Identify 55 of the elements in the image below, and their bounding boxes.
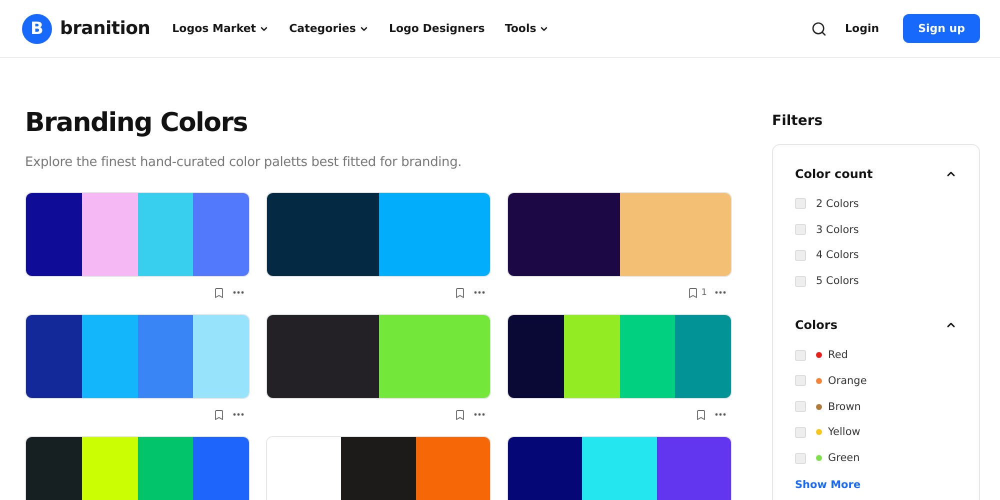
filter-option-label[interactable]: 4 Colors (816, 249, 859, 262)
filter-option-label[interactable]: 3 Colors (816, 224, 859, 236)
filter-option-label[interactable]: Orange (828, 374, 867, 387)
checkbox[interactable] (795, 198, 806, 210)
checkbox[interactable] (795, 350, 806, 361)
bookmark-icon[interactable] (454, 286, 466, 298)
page-title: Branding Colors (25, 108, 248, 138)
checkbox[interactable] (795, 250, 806, 261)
checkbox[interactable] (795, 452, 806, 464)
checkbox[interactable] (795, 375, 806, 386)
logo-mark[interactable]: B (22, 14, 52, 44)
filter-option-label[interactable]: 2 Colors (816, 198, 859, 210)
filter-option-label[interactable]: Red (828, 349, 848, 362)
save-count: 1 (701, 288, 707, 298)
filter-section-title: Color count (795, 167, 873, 181)
more-icon[interactable] (474, 291, 485, 294)
filter-option-label[interactable]: Green (828, 452, 860, 464)
checkbox[interactable] (795, 426, 806, 438)
palette-card[interactable] (507, 314, 732, 399)
bookmark-icon[interactable] (454, 408, 466, 420)
filter-option-label[interactable]: Yellow (828, 426, 860, 438)
palette-card[interactable] (266, 192, 491, 277)
bookmark-icon[interactable] (695, 408, 707, 420)
palette-card[interactable] (25, 436, 250, 500)
palette-card[interactable] (266, 314, 491, 399)
bookmark-icon[interactable] (687, 286, 700, 298)
more-icon[interactable] (233, 413, 244, 416)
palette-card[interactable] (25, 314, 250, 399)
show-more-link[interactable]: Show More (795, 479, 861, 492)
checkbox[interactable] (795, 224, 806, 236)
logo-name[interactable]: branition (60, 18, 150, 39)
signup-button[interactable]: Sign up (903, 14, 980, 43)
palette-card[interactable] (25, 192, 250, 277)
checkbox[interactable] (795, 276, 806, 287)
more-icon[interactable] (233, 291, 244, 294)
bookmark-icon[interactable] (213, 286, 225, 298)
filter-option-label[interactable]: Brown (828, 400, 861, 413)
palette-card[interactable] (507, 436, 732, 500)
bookmark-icon[interactable] (213, 408, 225, 420)
nav-link[interactable]: Tools (504, 22, 550, 35)
palette-card[interactable] (266, 436, 491, 500)
search-icon[interactable] (811, 20, 828, 36)
more-icon[interactable] (474, 413, 485, 416)
more-icon[interactable] (715, 413, 726, 416)
page-subtitle: Explore the finest hand-curated color paletts best fitted for branding. (25, 155, 463, 170)
filters-title: Filters (772, 113, 824, 129)
palette-card[interactable] (507, 192, 732, 277)
nav-link[interactable]: Logos Market (172, 22, 270, 35)
nav-link[interactable]: Categories (289, 22, 369, 35)
nav-link[interactable]: Logo Designers (388, 22, 485, 35)
more-icon[interactable] (715, 291, 726, 294)
checkbox[interactable] (795, 401, 806, 412)
filter-section-title: Colors (795, 318, 838, 332)
filter-option-label[interactable]: 5 Colors (816, 275, 859, 288)
login-link[interactable]: Login (845, 22, 880, 35)
